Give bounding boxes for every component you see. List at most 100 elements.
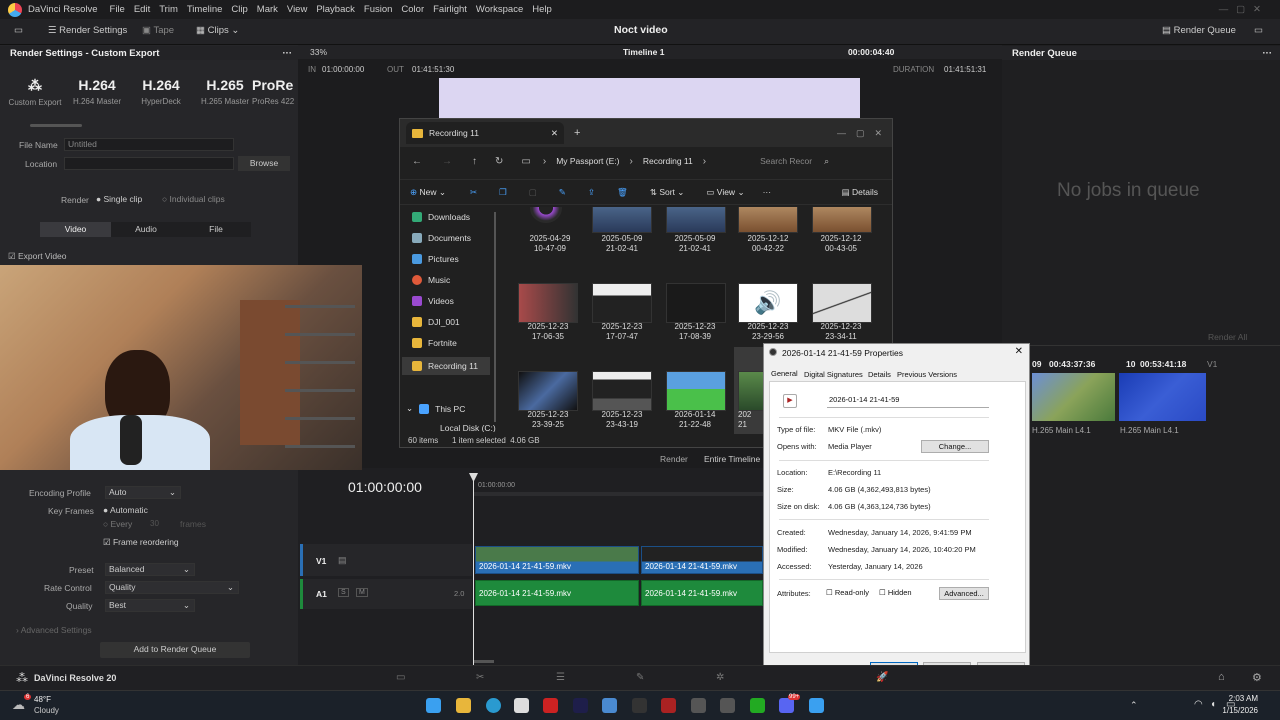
menu-timeline[interactable]: Timeline [187,4,223,15]
file-thumb[interactable] [592,207,652,233]
cut-icon[interactable]: ✂ [470,187,477,198]
menu-fairlight[interactable]: Fairlight [433,4,467,15]
hidden-checkbox[interactable]: ☐ Hidden [879,588,912,597]
tray-chevron-icon[interactable]: ⌃ [1130,700,1138,711]
nav-downloads[interactable]: Downloads [412,212,470,222]
nav-local-disk[interactable]: Local Disk (C:) [440,423,496,432]
nav-documents[interactable]: Documents [412,233,471,243]
individual-clips-radio[interactable]: ○ Individual clips [162,194,225,204]
up-icon[interactable]: ↑ [472,156,477,167]
preset-hyperdeck[interactable]: H.264 HyperDeck [126,77,196,106]
monitor-icon[interactable]: ▭ [14,25,23,36]
preset-select[interactable]: Balanced ⌄ [105,563,195,576]
timeline-render-select[interactable]: Entire Timeline [704,454,760,464]
quality-select[interactable]: Best ⌄ [105,599,195,612]
search-input[interactable]: Search Recor [760,156,812,166]
single-clip-radio[interactable]: ● Single clip [96,194,142,204]
nav-recording11[interactable]: Recording 11 [402,357,490,375]
nav-music[interactable]: Music [412,275,450,285]
file-thumb[interactable] [666,371,726,411]
weather-icon[interactable]: ☁ [12,697,25,713]
page-media-icon[interactable]: ▭ [396,672,405,683]
track-v1-icon[interactable]: ▤ [338,555,347,566]
preset-custom-export[interactable]: ⁂ Custom Export [0,77,70,107]
breadcrumb-drive[interactable]: My Passport (E:) [556,156,619,166]
photos-icon[interactable] [602,698,617,713]
menu-mark[interactable]: Mark [257,4,278,15]
more-icon[interactable]: ··· [763,187,772,197]
location-input[interactable] [64,157,234,170]
app-mic-icon[interactable] [691,698,706,713]
nav-dji[interactable]: DJI_001 [412,317,460,327]
app-red-icon[interactable] [543,698,558,713]
render-settings-button[interactable]: ☰ Render Settings [48,25,127,36]
audio-clip-1[interactable]: 2026-01-14 21-41-59.mkv [475,580,639,606]
page-cut-icon[interactable]: ✂ [476,672,484,683]
encoding-profile-select[interactable]: Auto ⌄ [105,486,181,499]
nav-pictures[interactable]: Pictures [412,254,459,264]
frame-reordering-checkbox[interactable]: ☑ Frame reordering [103,537,179,548]
new-button[interactable]: ⊕ New ⌄ [410,187,446,198]
nav-videos[interactable]: Videos [412,296,454,306]
forward-icon[interactable]: → [442,156,452,167]
refresh-icon[interactable]: ↻ [495,156,503,167]
file-thumb[interactable] [738,371,764,411]
video-clip-2[interactable]: 2026-01-14 21-41-59.mkv [641,546,763,574]
every-radio[interactable]: ○ Every [103,519,132,529]
explorer-window-controls[interactable]: — ▢ ✕ [837,128,882,139]
tab-file[interactable]: File [181,222,251,237]
every-frames-input[interactable]: 30 [150,519,175,528]
menu-edit[interactable]: Edit [134,4,150,15]
page-edit-icon[interactable]: ☰ [556,672,565,683]
clock-time[interactable]: 2:03 AM [1208,694,1258,703]
more-options-icon[interactable]: ··· [283,48,293,59]
edge-icon[interactable] [486,698,501,713]
render-all-button[interactable]: Render All [1208,332,1247,342]
preset-scrollbar[interactable] [30,124,82,127]
tab-video[interactable]: Video [40,222,111,237]
window-controls[interactable]: — ▢ ✕ [1219,4,1261,15]
advanced-settings-toggle[interactable]: › Advanced Settings [16,625,92,635]
tape-button[interactable]: ▣ Tape [142,25,174,36]
clips-button[interactable]: ▦ Clips ⌄ [196,25,239,36]
menu-help[interactable]: Help [532,4,552,15]
discord-icon[interactable] [779,698,794,713]
menu-fusion[interactable]: Fusion [364,4,393,15]
file-thumb[interactable] [592,371,652,411]
menu-view[interactable]: View [287,4,307,15]
wifi-icon[interactable]: ◠ [1194,699,1203,710]
app-docs-icon[interactable] [809,698,824,713]
tab-details[interactable]: Details [868,370,891,379]
paste-icon[interactable]: ▢ [529,187,537,198]
app-grid-icon[interactable] [720,698,735,713]
nav-fortnite[interactable]: Fortnite [412,338,457,348]
pc-icon[interactable]: ▭ [521,156,530,167]
home-icon[interactable]: ⌂ [1218,671,1225,683]
file-thumb[interactable] [666,283,726,323]
delete-icon[interactable]: 🗑 [617,187,628,198]
page-fusion-icon[interactable]: ✎ [636,672,644,683]
file-explorer-taskbar-icon[interactable] [456,698,471,713]
rename-icon[interactable]: ✎ [559,187,566,198]
back-icon[interactable]: ← [412,156,422,167]
menu-file[interactable]: File [110,4,125,15]
settings-icon[interactable]: ⚙ [1252,671,1262,684]
preset-h264-master[interactable]: H.264 H.264 Master [62,77,132,106]
timeline-name[interactable]: Timeline 1 [623,47,664,57]
job-thumb[interactable] [1119,373,1206,421]
menu-color[interactable]: Color [401,4,424,15]
copy-icon[interactable]: ❐ [499,187,507,198]
preset-prores[interactable]: ProRe ProRes 422 [252,77,298,106]
file-name-input[interactable]: Untitled [64,138,234,151]
browse-button[interactable]: Browse [238,156,290,171]
new-tab-icon[interactable]: + [574,127,580,139]
readonly-checkbox[interactable]: ☐ Read-only [826,588,869,597]
rate-control-select[interactable]: Quality ⌄ [105,581,239,594]
audio-clip-2[interactable]: 2026-01-14 21-41-59.mkv [641,580,763,606]
tab-audio[interactable]: Audio [111,222,181,237]
menu-workspace[interactable]: Workspace [476,4,523,15]
tab-previous-versions[interactable]: Previous Versions [897,370,957,379]
nav-this-pc[interactable]: ⌄ This PC [406,403,465,414]
preset-h265-master[interactable]: H.265 H.265 Master [190,77,260,106]
nav-scrollbar[interactable] [494,212,496,422]
